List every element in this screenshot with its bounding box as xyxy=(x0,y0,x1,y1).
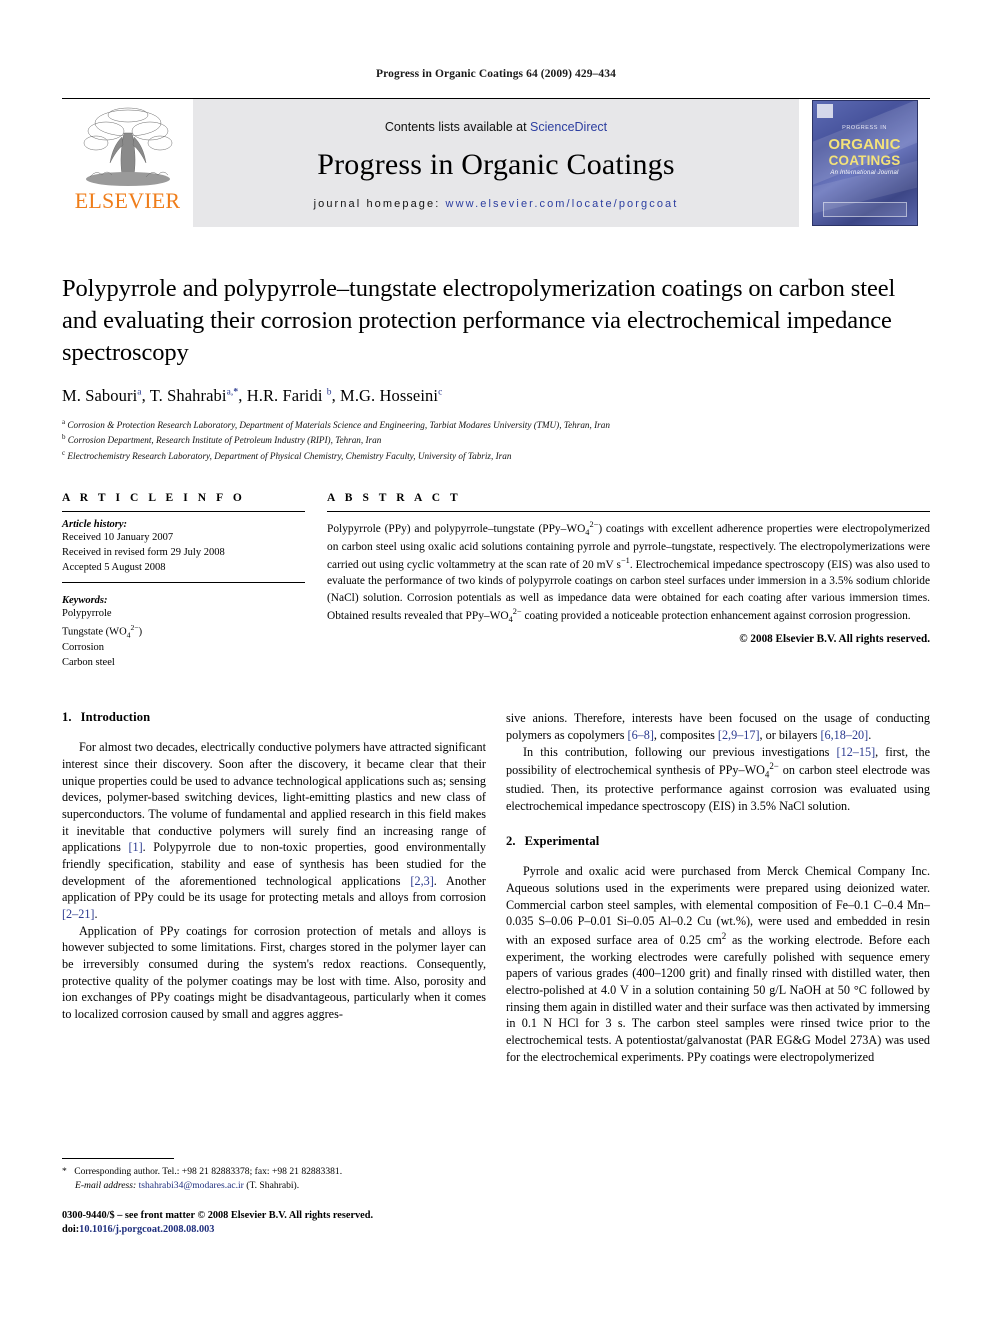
body-columns: 1. Introduction For almost two decades, e… xyxy=(62,710,930,1065)
title-block: Polypyrrole and polypyrrole–tungstate el… xyxy=(62,273,930,464)
cover-elsevier-mark-icon xyxy=(816,104,833,118)
history-item: Accepted 5 August 2008 xyxy=(62,562,166,574)
keyword-item: Polypyrrole xyxy=(62,608,112,620)
journal-masthead: ELSEVIER Contents lists available at Sci… xyxy=(62,98,930,227)
article-info-column: A R T I C L E I N F O Article history: R… xyxy=(62,492,305,670)
section-heading-introduction: 1. Introduction xyxy=(62,710,486,725)
divider xyxy=(62,511,305,513)
keyword-item: Tungstate (WO42−) xyxy=(62,622,143,640)
issn-block: 0300-9440/$ – see front matter © 2008 El… xyxy=(62,1209,486,1238)
section-number: 2. xyxy=(506,834,516,849)
keywords-block: Keywords: Polypyrrole Tungstate (WO42−) … xyxy=(62,595,305,670)
affiliation-mark: b xyxy=(62,433,66,442)
keyword-item: Corrosion xyxy=(62,642,104,654)
abstract-heading: A B S T R A C T xyxy=(327,492,462,505)
body-column-right: sive anions. Therefore, interests have b… xyxy=(506,710,930,1065)
contents-available-line: Contents lists available at ScienceDirec… xyxy=(385,120,607,134)
history-item: Received in revised form 29 July 2008 xyxy=(62,547,225,559)
email-label: E-mail address: xyxy=(75,1179,137,1191)
cover-subtitle: An International Journal xyxy=(830,170,899,176)
paragraph: For almost two decades, electrically con… xyxy=(62,740,487,921)
history-item: Received 10 January 2007 xyxy=(62,532,174,544)
affiliation-item: b Corrosion Department, Research Institu… xyxy=(62,432,930,448)
journal-band: Contents lists available at ScienceDirec… xyxy=(193,99,799,227)
affiliation-item: c Electrochemistry Research Laboratory, … xyxy=(62,448,930,464)
body-column-left: 1. Introduction For almost two decades, e… xyxy=(62,710,486,1065)
email-note: E-mail address: tshahrabi34@modares.ac.i… xyxy=(62,1179,486,1193)
affiliation-mark: c xyxy=(62,449,66,458)
article-history-list: Received 10 January 2007 Received in rev… xyxy=(62,530,305,575)
email-owner: (T. Shahrabi). xyxy=(246,1179,300,1191)
email-link[interactable]: tshahrabi34@modares.ac.ir xyxy=(139,1180,244,1191)
abstract-column: A B S T R A C T Polypyrrole (PPy) and po… xyxy=(327,492,930,670)
affiliation-text: Corrosion Department, Research Institute… xyxy=(67,435,382,446)
journal-cover-image: PROGRESS IN ORGANIC COATINGS An Internat… xyxy=(811,100,918,226)
issn-line: 0300-9440/$ – see front matter © 2008 El… xyxy=(62,1209,374,1221)
affiliation-text: Corrosion & Protection Research Laborato… xyxy=(67,419,610,430)
doi-link[interactable]: 10.1016/j.porgcoat.2008.08.003 xyxy=(79,1224,214,1235)
contents-prefix: Contents lists available at xyxy=(384,120,531,134)
section-heading-experimental: 2. Experimental xyxy=(506,834,930,849)
affiliation-text: Electrochemistry Research Laboratory, De… xyxy=(67,451,512,462)
section-number: 1. xyxy=(62,710,72,725)
page-title: Polypyrrole and polypyrrole–tungstate el… xyxy=(62,275,896,366)
paragraph: Application of PPy coatings for corrosio… xyxy=(62,923,486,1021)
affiliation-mark: a xyxy=(62,417,66,426)
affiliation-list: a Corrosion & Protection Research Labora… xyxy=(62,417,930,465)
running-head: Progress in Organic Coatings 64 (2009) 4… xyxy=(376,68,616,80)
sciencedirect-link[interactable]: ScienceDirect xyxy=(530,120,607,134)
doi-line: doi:10.1016/j.porgcoat.2008.08.003 xyxy=(62,1223,486,1237)
paragraph: In this contribution, following our prev… xyxy=(506,744,930,813)
section-title: Experimental xyxy=(524,834,600,849)
article-info-heading: A R T I C L E I N F O xyxy=(62,492,246,505)
footnote-divider xyxy=(62,1158,174,1159)
abstract-copyright: © 2008 Elsevier B.V. All rights reserved… xyxy=(739,632,930,645)
cover-line-2: COATINGS xyxy=(828,153,901,168)
divider xyxy=(327,511,930,513)
paragraph-continued: sive anions. Therefore, interests have b… xyxy=(506,711,930,743)
cover-line-1: ORGANIC xyxy=(828,136,901,153)
elsevier-wordmark: ELSEVIER xyxy=(74,188,181,213)
keyword-item: Carbon steel xyxy=(62,657,115,669)
info-abstract-row: A R T I C L E I N F O Article history: R… xyxy=(62,492,930,670)
divider xyxy=(62,582,305,584)
homepage-label: journal homepage: xyxy=(313,198,441,210)
journal-homepage-line: journal homepage: www.elsevier.com/locat… xyxy=(314,198,679,210)
corresponding-author-note: * Corresponding author. Tel.: +98 21 828… xyxy=(62,1166,343,1177)
keywords-title: Keywords: xyxy=(62,595,108,607)
cover-kicker: PROGRESS IN xyxy=(842,125,887,131)
homepage-url-link[interactable]: www.elsevier.com/locate/porgcoat xyxy=(446,198,679,210)
elsevier-logo-block: ELSEVIER xyxy=(62,99,193,227)
paragraph: Pyrrole and oxalic acid were purchased f… xyxy=(506,864,930,1064)
affiliation-item: a Corrosion & Protection Research Labora… xyxy=(62,417,930,433)
section-title: Introduction xyxy=(80,710,151,725)
footnote-area: * Corresponding author. Tel.: +98 21 828… xyxy=(62,1158,486,1237)
author-list: M. Sabouria, T. Shahrabia,*, H.R. Faridi… xyxy=(62,385,443,405)
keywords-list: Polypyrrole Tungstate (WO42−) Corrosion … xyxy=(62,606,305,670)
journal-cover-block: PROGRESS IN ORGANIC COATINGS An Internat… xyxy=(799,99,930,227)
doi-label: doi: xyxy=(62,1224,80,1236)
paper-page: Progress in Organic Coatings 64 (2009) 4… xyxy=(0,0,992,1323)
article-history-title: Article history: xyxy=(62,519,128,531)
elsevier-tree-icon xyxy=(76,103,180,189)
cover-footer-bar xyxy=(822,202,907,217)
abstract-text: Polypyrrole (PPy) and polypyrrole–tungst… xyxy=(327,520,930,624)
journal-title: Progress in Organic Coatings xyxy=(317,148,675,181)
